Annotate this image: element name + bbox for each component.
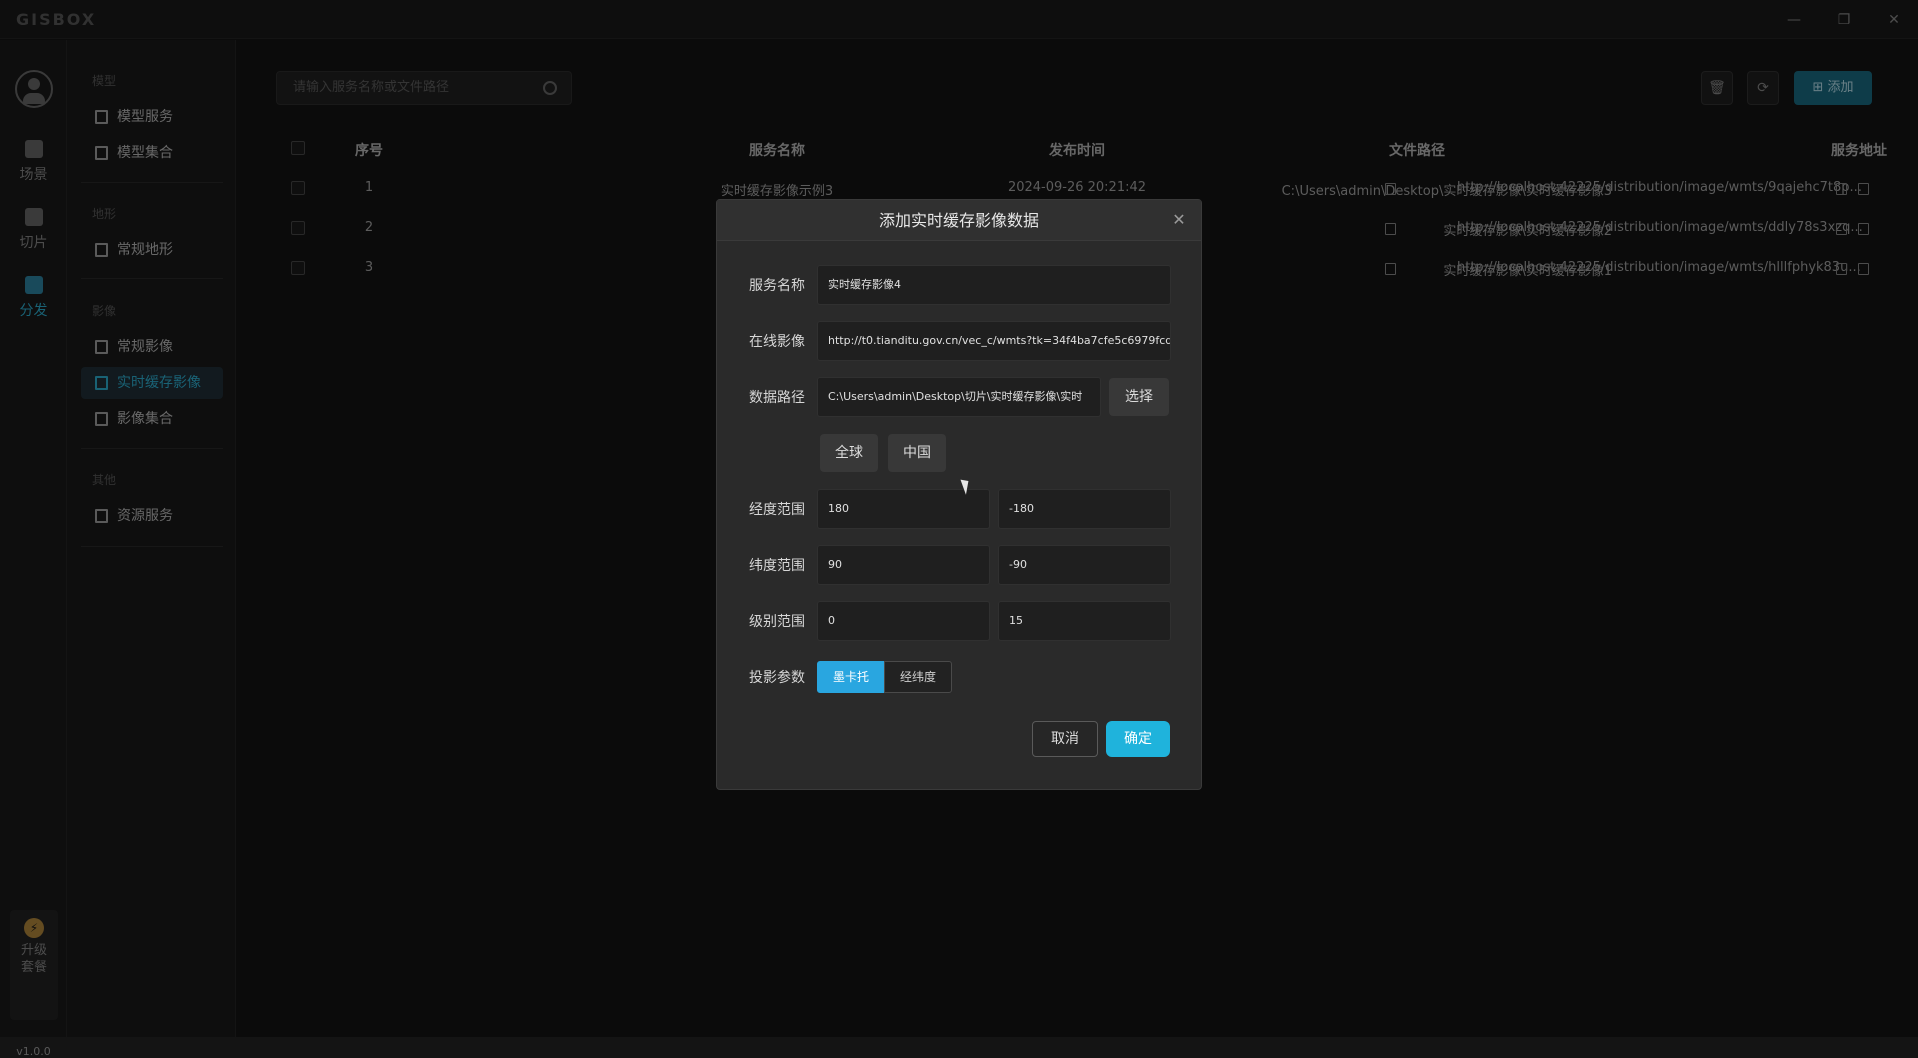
add-realtime-cache-imagery-dialog: 添加实时缓存影像数据 ✕ 服务名称 实时缓存影像4 在线影像 http://t0… [716,199,1202,790]
close-icon[interactable]: ✕ [1167,208,1191,232]
data-path-input[interactable]: C:\Users\admin\Desktop\切片\实时缓存影像\实时 [817,377,1101,417]
version-label: v1.0.0 [16,1045,51,1058]
latitude-range-label: 纬度范围 [749,558,805,574]
global-extent-button[interactable]: 全球 [820,434,878,472]
online-imagery-label: 在线影像 [749,334,805,350]
latitude-min-input[interactable]: 90 [817,545,990,585]
data-path-label: 数据路径 [749,390,805,406]
level-range-label: 级别范围 [749,614,805,630]
projection-label: 投影参数 [749,670,805,686]
service-name-label: 服务名称 [749,278,805,294]
longitude-min-input[interactable]: 180 [817,489,990,529]
longitude-range-label: 经度范围 [749,502,805,518]
china-extent-button[interactable]: 中国 [888,434,946,472]
dialog-title: 添加实时缓存影像数据 [717,200,1201,241]
projection-mercator-option[interactable]: 墨卡托 [817,661,885,693]
cancel-button[interactable]: 取消 [1032,721,1098,757]
choose-path-button[interactable]: 选择 [1109,378,1169,416]
online-imagery-input[interactable]: http://t0.tianditu.gov.cn/vec_c/wmts?tk=… [817,321,1171,361]
service-name-input[interactable]: 实时缓存影像4 [817,265,1171,305]
level-max-input[interactable]: 15 [998,601,1171,641]
longitude-max-input[interactable]: -180 [998,489,1171,529]
latitude-max-input[interactable]: -90 [998,545,1171,585]
level-min-input[interactable]: 0 [817,601,990,641]
projection-lonlat-option[interactable]: 经纬度 [884,661,952,693]
confirm-button[interactable]: 确定 [1106,721,1170,757]
